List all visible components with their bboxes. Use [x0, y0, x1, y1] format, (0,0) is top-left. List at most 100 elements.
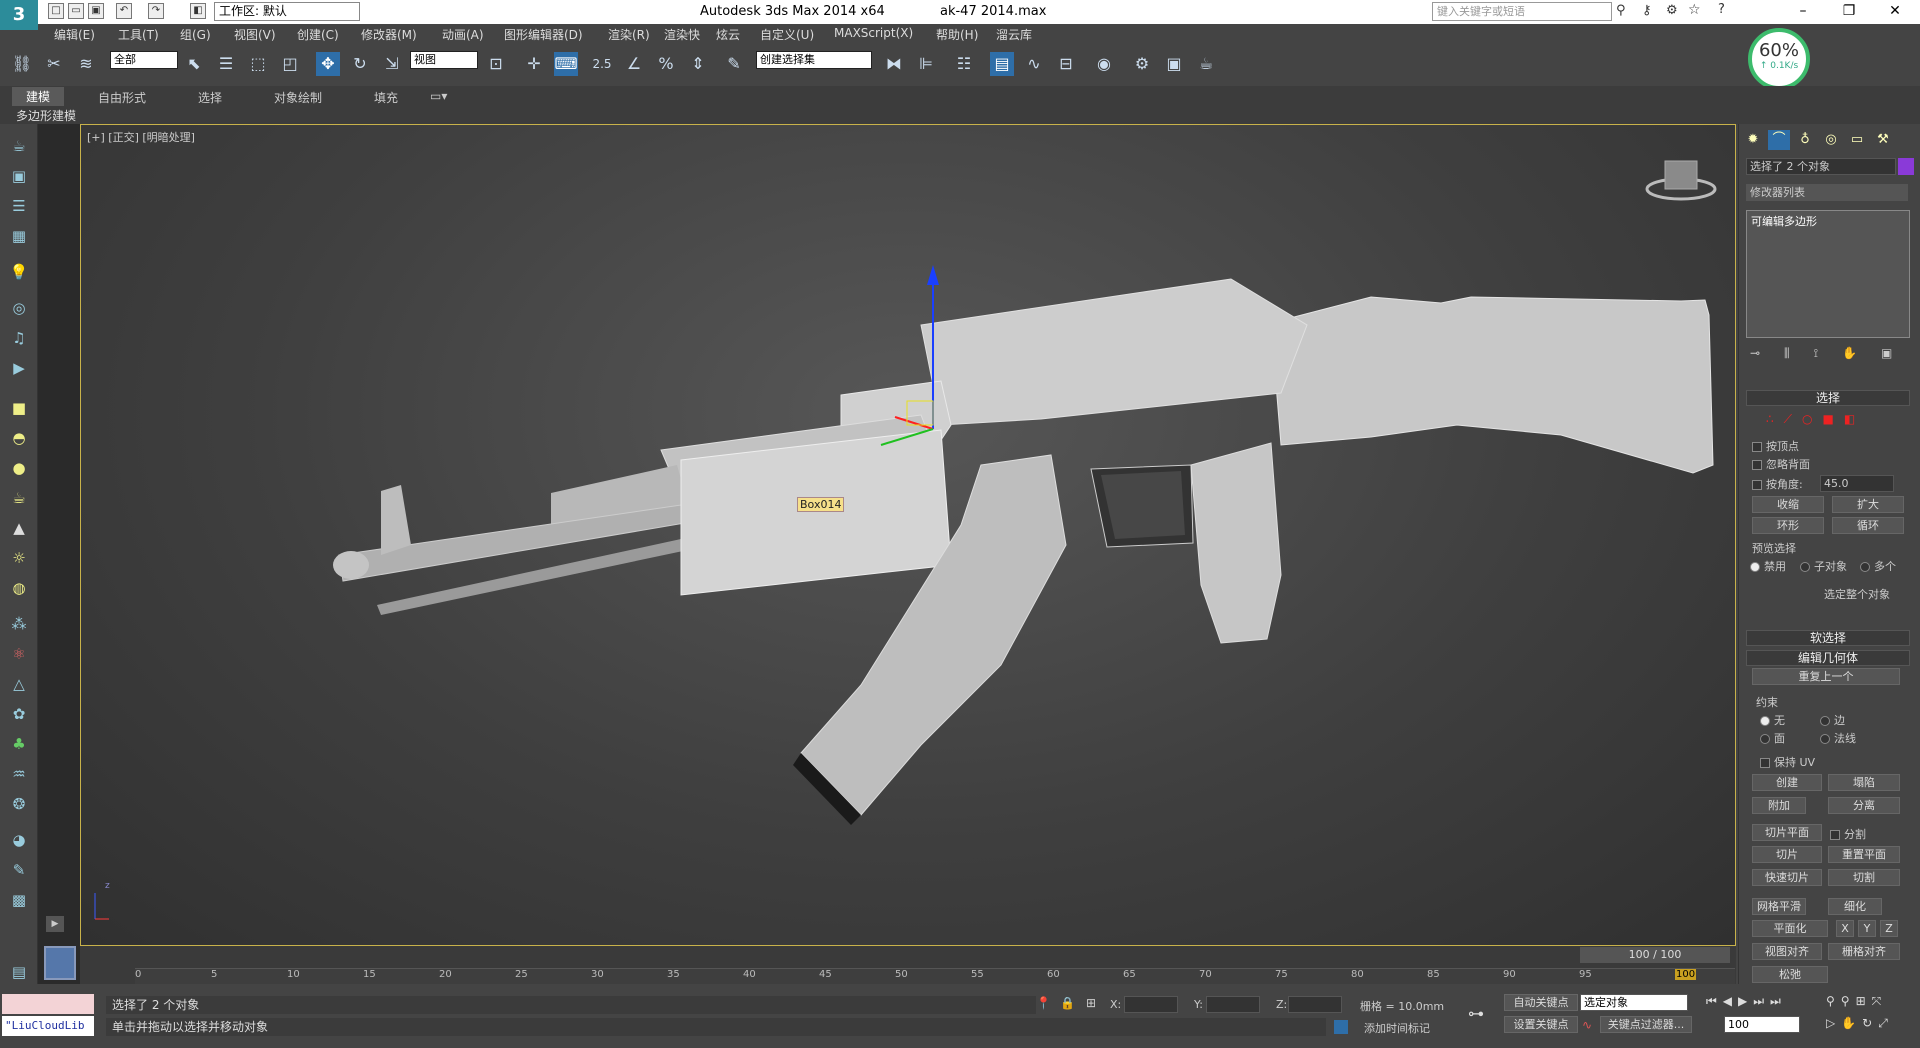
window-crossing-icon[interactable]: ◰ [278, 52, 302, 76]
edit-geometry-rollout[interactable]: 编辑几何体 [1746, 650, 1910, 666]
split-checkbox[interactable]: 分割 [1830, 826, 1866, 842]
bind-spacewarp-icon[interactable]: ≋ [74, 52, 98, 76]
pyramid-icon[interactable]: △ [6, 672, 32, 696]
menu-animation[interactable]: 动画(A) [442, 26, 484, 43]
loop-button[interactable]: 循环 [1832, 517, 1904, 534]
undo-icon[interactable]: ↶ [116, 3, 132, 19]
menu-graph-editors[interactable]: 图形编辑器(D) [504, 26, 583, 43]
menu-maxscript[interactable]: MAXScript(X) [834, 26, 913, 40]
curve-editor-icon[interactable]: ∿ [1022, 52, 1046, 76]
select-whole-object-label[interactable]: 选定整个对象 [1824, 586, 1890, 602]
current-frame-field[interactable]: 100 [1724, 1016, 1800, 1033]
workspace-dropdown[interactable]: 工作区: 默认 [214, 2, 360, 21]
hierarchy-tab-icon[interactable]: ♁ [1794, 130, 1816, 150]
menu-rendering[interactable]: 渲染(R) [608, 26, 650, 43]
angle-snap-icon[interactable]: ∠ [622, 52, 646, 76]
absolute-mode-icon[interactable]: ⊞ [1086, 996, 1096, 1010]
particles-icon[interactable]: ⁂ [6, 612, 32, 636]
tab-object-paint[interactable]: 对象绘制 [274, 89, 322, 106]
keyboard-shortcut-icon[interactable]: ⌨ [554, 52, 578, 76]
repeat-last-button[interactable]: 重复上一个 [1752, 668, 1900, 685]
edit-named-sel-icon[interactable]: ✎ [722, 52, 746, 76]
select-by-name-icon[interactable]: ☰ [214, 52, 238, 76]
time-slider[interactable]: 100 / 100 [1580, 947, 1730, 963]
ignore-backfacing-checkbox[interactable]: 忽略背面 [1752, 456, 1810, 472]
preserve-uv-checkbox[interactable]: 保持 UV [1760, 754, 1815, 770]
detach-button[interactable]: 分离 [1828, 797, 1900, 814]
modify-tab-icon[interactable]: ⌒ [1768, 130, 1790, 150]
open-file-icon[interactable]: ▭ [68, 3, 84, 19]
make-planar-button[interactable]: 平面化 [1752, 920, 1828, 937]
tab-freeform[interactable]: 自由形式 [98, 89, 146, 106]
constraint-normal-radio[interactable]: 法线 [1820, 730, 1856, 746]
network-monitor-widget[interactable]: 60% ↑ 0.1K/s [1748, 28, 1810, 90]
poly-modeling-label[interactable]: 多边形建模 [16, 107, 76, 124]
menu-xuanyun[interactable]: 炫云 [716, 26, 740, 43]
current-frame-marker[interactable]: 100 [1675, 969, 1697, 980]
constraint-face-radio[interactable]: 面 [1760, 730, 1785, 746]
tab-selection[interactable]: 选择 [198, 89, 222, 106]
material-editor-icon[interactable]: ◉ [1092, 52, 1116, 76]
x-coord-field[interactable] [1124, 996, 1178, 1013]
viewport-nav-controls-2[interactable]: ▷✋↻⤢ [1826, 1016, 1894, 1031]
motion-tab-icon[interactable]: ◎ [1820, 130, 1842, 150]
restore-icon[interactable]: ❐ [1826, 0, 1872, 24]
ref-coord-dropdown[interactable]: 视图 [410, 51, 478, 69]
viewport-label[interactable]: [+] [正交] [明暗处理] [87, 129, 195, 145]
maxscript-listener[interactable]: "LiuCloudLib [2, 1016, 94, 1036]
collapse-button[interactable]: 塌陷 [1828, 774, 1900, 791]
grid-align-button[interactable]: 栅格对齐 [1828, 943, 1900, 960]
document-icon[interactable]: ▤ [6, 960, 32, 984]
planar-x-button[interactable]: X [1836, 920, 1854, 937]
schematic-view-icon[interactable]: ⊟ [1054, 52, 1078, 76]
menu-liuyunku[interactable]: 溜云库 [996, 26, 1032, 43]
rotate-icon[interactable]: ↻ [348, 52, 372, 76]
planar-y-button[interactable]: Y [1858, 920, 1876, 937]
sun-icon[interactable]: ☼ [6, 546, 32, 570]
y-coord-field[interactable] [1206, 996, 1260, 1013]
stack-controls[interactable]: ⊸⫼⟟✋▣ [1750, 346, 1916, 361]
pin-icon[interactable]: 📍 [1036, 996, 1051, 1010]
snap-toggle-icon[interactable]: 2.5 [590, 52, 614, 76]
render-icon[interactable]: ☕ [1194, 52, 1218, 76]
hair-icon[interactable]: ♒ [6, 762, 32, 786]
constraint-edge-radio[interactable]: 边 [1820, 712, 1845, 728]
cone-icon[interactable]: ▲ [6, 516, 32, 540]
new-file-icon[interactable]: □ [48, 3, 64, 19]
slice-button[interactable]: 切片 [1752, 846, 1822, 863]
list-icon[interactable]: ☰ [6, 194, 32, 218]
redo-icon[interactable]: ↷ [148, 3, 164, 19]
key-filter-dropdown[interactable]: 选定对象 [1580, 994, 1688, 1011]
auto-key-button[interactable]: 自动关键点 [1504, 994, 1578, 1011]
key-filters-button[interactable]: 关键点过滤器... [1600, 1016, 1692, 1033]
minimize-icon[interactable]: – [1780, 0, 1826, 24]
create-tab-icon[interactable]: ✹ [1742, 130, 1764, 150]
selection-name-field[interactable]: 选择了 2 个对象 [1746, 158, 1896, 175]
mirror-icon[interactable]: ⧓ [882, 52, 906, 76]
expand-arrow-icon[interactable]: ▶ [46, 916, 64, 932]
app-logo-icon[interactable]: 3 [0, 0, 38, 30]
layer-manager-icon[interactable]: ☷ [952, 52, 976, 76]
pivot-icon[interactable]: ⊡ [484, 52, 508, 76]
star-icon[interactable]: ☆ [1688, 2, 1701, 18]
palette-icon[interactable]: ▩ [6, 888, 32, 912]
menu-group[interactable]: 组(G) [180, 26, 211, 43]
hold-icon[interactable]: ◧ [190, 3, 206, 19]
tessellate-button[interactable]: 细化 [1828, 898, 1882, 915]
scale-icon[interactable]: ⇲ [380, 52, 404, 76]
menu-tools[interactable]: 工具(T) [118, 26, 159, 43]
teapot-icon[interactable]: ☕ [6, 134, 32, 158]
molecule-icon[interactable]: ⚛ [6, 642, 32, 666]
rect-selection-icon[interactable]: ⬚ [246, 52, 270, 76]
modifier-stack-item[interactable]: 可编辑多边形 [1751, 213, 1905, 229]
create-button[interactable]: 创建 [1752, 774, 1822, 791]
render-frame-icon[interactable]: ▣ [1162, 52, 1186, 76]
time-tag-icon[interactable] [1334, 1020, 1348, 1034]
relax-button[interactable]: 松弛 [1752, 966, 1828, 983]
menu-help[interactable]: 帮助(H) [936, 26, 978, 43]
camera-icon[interactable]: ◎ [6, 296, 32, 320]
preview-subobject-radio[interactable]: 子对象 [1800, 558, 1847, 574]
menu-edit[interactable]: 编辑(E) [54, 26, 95, 43]
select-object-icon[interactable]: ⬉ [182, 52, 206, 76]
preview-multi-radio[interactable]: 多个 [1860, 558, 1896, 574]
